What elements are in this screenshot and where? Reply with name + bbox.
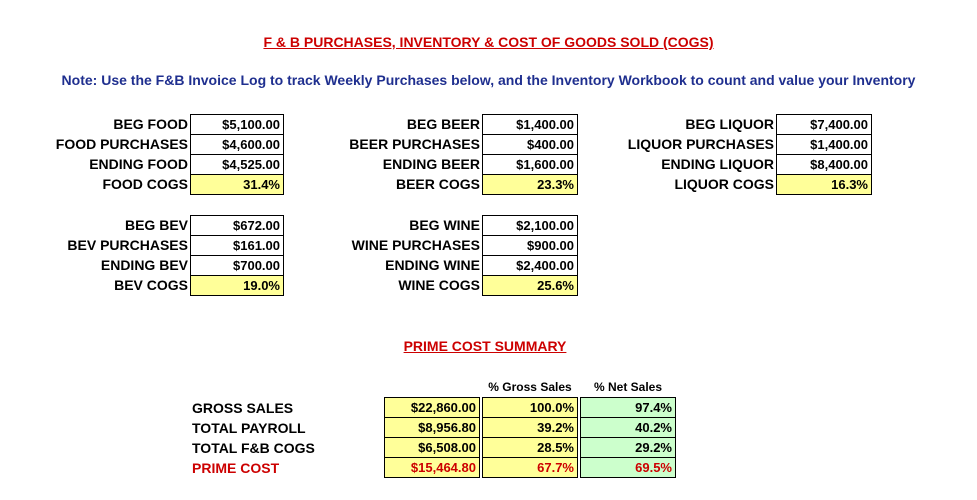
wine-purchases-cell[interactable]: $900.00 [482, 235, 578, 256]
ending-bev-label: ENDING BEV [100, 257, 188, 273]
wine-purchases-label: WINE PURCHASES [351, 237, 480, 253]
ending-bev-cell[interactable]: $700.00 [190, 255, 284, 276]
beer-cogs-label: BEER COGS [395, 176, 480, 192]
food-cogs-label: FOOD COGS [102, 176, 188, 192]
beer-purchases-label: BEER PURCHASES [349, 136, 480, 152]
gross-sales-gross-pct[interactable]: 100.0% [482, 397, 578, 418]
prime-labels: GROSS SALES TOTAL PAYROLL TOTAL F&B COGS… [192, 398, 382, 478]
food-cogs-cell[interactable]: 31.4% [190, 174, 284, 195]
ending-wine-label: ENDING WINE [385, 257, 480, 273]
prime-cost-net-pct[interactable]: 69.5% [580, 457, 676, 478]
bev-labels: BEG BEV BEV PURCHASES ENDING BEV BEV COG… [40, 215, 188, 295]
beg-bev-label: BEG BEV [124, 217, 188, 233]
beg-liquor-label: BEG LIQUOR [685, 116, 774, 132]
page-title: F & B PURCHASES, INVENTORY & COST OF GOO… [263, 34, 714, 50]
wine-values: $2,100.00 $900.00 $2,400.00 25.6% [482, 215, 578, 296]
net-sales-col-header: % Net Sales [593, 380, 663, 394]
beg-bev-cell[interactable]: $672.00 [190, 215, 284, 236]
food-purchases-label: FOOD PURCHASES [55, 136, 188, 152]
total-payroll-net-pct[interactable]: 40.2% [580, 417, 676, 438]
beg-food-label: BEG FOOD [113, 116, 188, 132]
beg-beer-label: BEG BEER [406, 116, 480, 132]
beer-purchases-cell[interactable]: $400.00 [482, 134, 578, 155]
beer-cogs-cell[interactable]: 23.3% [482, 174, 578, 195]
liquor-purchases-cell[interactable]: $1,400.00 [776, 134, 872, 155]
ending-beer-label: ENDING BEER [382, 156, 480, 172]
ending-food-cell[interactable]: $4,525.00 [190, 154, 284, 175]
prime-cost-summary-title: PRIME COST SUMMARY [403, 338, 567, 354]
wine-labels: BEG WINE WINE PURCHASES ENDING WINE WINE… [330, 215, 480, 295]
beer-labels: BEG BEER BEER PURCHASES ENDING BEER BEER… [330, 114, 480, 194]
liquor-labels: BEG LIQUOR LIQUOR PURCHASES ENDING LIQUO… [614, 114, 774, 194]
prime-amounts: $22,860.00 $8,956.80 $6,508.00 $15,464.8… [384, 397, 480, 478]
gross-sales-amount[interactable]: $22,860.00 [384, 397, 480, 418]
total-fb-cogs-label: TOTAL F&B COGS [192, 440, 315, 456]
prime-cost-label: PRIME COST [192, 460, 280, 476]
ending-liquor-cell[interactable]: $8,400.00 [776, 154, 872, 175]
liquor-values: $7,400.00 $1,400.00 $8,400.00 16.3% [776, 114, 872, 195]
food-purchases-cell[interactable]: $4,600.00 [190, 134, 284, 155]
prime-cost-amount[interactable]: $15,464.80 [384, 457, 480, 478]
prime-gross-pcts: 100.0% 39.2% 28.5% 67.7% [482, 397, 578, 478]
gross-sales-label: GROSS SALES [192, 400, 294, 416]
liquor-cogs-cell[interactable]: 16.3% [776, 174, 872, 195]
beer-values: $1,400.00 $400.00 $1,600.00 23.3% [482, 114, 578, 195]
prime-net-pcts: 97.4% 40.2% 29.2% 69.5% [580, 397, 676, 478]
beg-food-cell[interactable]: $5,100.00 [190, 114, 284, 135]
wine-cogs-label: WINE COGS [398, 277, 480, 293]
gross-sales-net-pct[interactable]: 97.4% [580, 397, 676, 418]
gross-sales-col-header: % Gross Sales [488, 380, 572, 394]
instruction-note: Note: Use the F&B Invoice Log to track W… [61, 72, 916, 88]
bev-purchases-label: BEV PURCHASES [67, 237, 188, 253]
wine-cogs-cell[interactable]: 25.6% [482, 275, 578, 296]
ending-food-label: ENDING FOOD [89, 156, 188, 172]
total-fb-cogs-net-pct[interactable]: 29.2% [580, 437, 676, 458]
food-values: $5,100.00 $4,600.00 $4,525.00 31.4% [190, 114, 284, 195]
bev-purchases-cell[interactable]: $161.00 [190, 235, 284, 256]
total-payroll-label: TOTAL PAYROLL [192, 420, 306, 436]
food-labels: BEG FOOD FOOD PURCHASES ENDING FOOD FOOD… [40, 114, 188, 194]
prime-cost-gross-pct[interactable]: 67.7% [482, 457, 578, 478]
beg-wine-label: BEG WINE [409, 217, 480, 233]
ending-wine-cell[interactable]: $2,400.00 [482, 255, 578, 276]
total-payroll-amount[interactable]: $8,956.80 [384, 417, 480, 438]
total-payroll-gross-pct[interactable]: 39.2% [482, 417, 578, 438]
bev-values: $672.00 $161.00 $700.00 19.0% [190, 215, 284, 296]
bev-cogs-cell[interactable]: 19.0% [190, 275, 284, 296]
beg-liquor-cell[interactable]: $7,400.00 [776, 114, 872, 135]
bev-cogs-label: BEV COGS [114, 277, 188, 293]
liquor-purchases-label: LIQUOR PURCHASES [627, 136, 774, 152]
beg-beer-cell[interactable]: $1,400.00 [482, 114, 578, 135]
ending-beer-cell[interactable]: $1,600.00 [482, 154, 578, 175]
total-fb-cogs-amount[interactable]: $6,508.00 [384, 437, 480, 458]
beg-wine-cell[interactable]: $2,100.00 [482, 215, 578, 236]
total-fb-cogs-gross-pct[interactable]: 28.5% [482, 437, 578, 458]
liquor-cogs-label: LIQUOR COGS [674, 176, 774, 192]
ending-liquor-label: ENDING LIQUOR [661, 156, 774, 172]
